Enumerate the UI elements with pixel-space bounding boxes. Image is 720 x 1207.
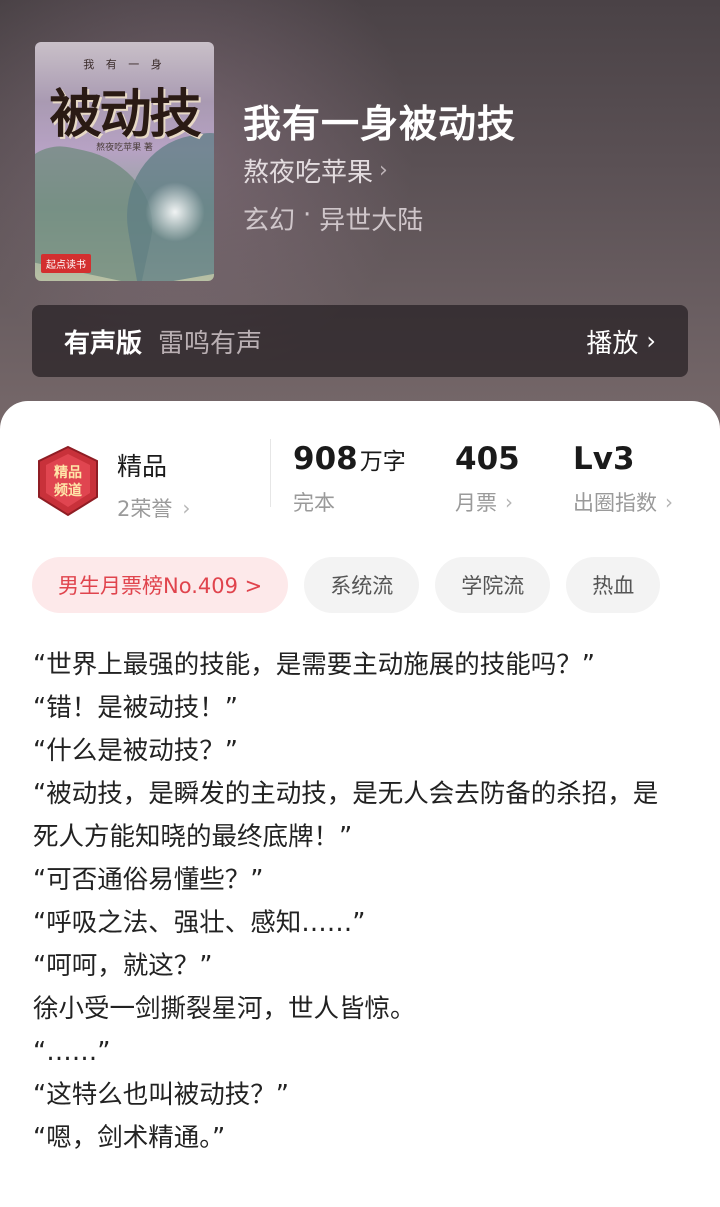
intro-line: “……” (33, 1037, 111, 1067)
honor-count-row: 2荣誉 › (117, 493, 190, 523)
stat-value-row: 908 万字 (293, 441, 406, 477)
intro-line: “什么是被动技？” (33, 736, 238, 766)
chevron-right-icon: › (182, 496, 191, 520)
stat-value: 908 (293, 441, 358, 477)
play-button[interactable]: 播放 › (586, 323, 656, 360)
intro-line: “错！是被动技！” (33, 693, 238, 723)
tag-academy[interactable]: 学院流 (435, 557, 551, 613)
stat-label: 完本 (293, 491, 335, 515)
rank-tag[interactable]: 男生月票榜No.409 > (32, 557, 289, 613)
cover-glow (145, 182, 205, 242)
chevron-right-icon: › (665, 490, 673, 514)
intro-line: “呼吸之法、强壮、感知……” (33, 908, 366, 938)
intro-line: “世界上最强的技能，是需要主动施展的技能吗？” (33, 650, 595, 680)
author-link[interactable]: 熬夜吃苹果 › (243, 152, 388, 189)
book-detail-card: 精品 频道 精品 2荣誉 › 908 万字 完本 405 月票 › Lv3 出圈… (0, 401, 720, 1207)
intro-line: “呵呵，就这？” (33, 951, 213, 981)
stat-value: 405 (455, 441, 520, 477)
badge-line1: 精品 (54, 464, 82, 481)
play-label: 播放 (586, 328, 639, 359)
intro-line: “这特么也叫被动技？” (33, 1080, 289, 1110)
stat-value-row: 405 (455, 441, 520, 477)
monthly-ticket-stat[interactable]: 405 月票 › (455, 441, 520, 517)
audio-version-bar[interactable]: 有声版 雷鸣有声 播放 › (32, 305, 688, 377)
word-count-stat: 908 万字 完本 (293, 441, 406, 517)
genre-row: 玄幻 · 异世大陆 (243, 200, 423, 237)
popularity-index-stat[interactable]: Lv3 出圈指数 › (573, 441, 673, 517)
intro-line: “嗯，剑术精通。” (33, 1123, 226, 1153)
stats-row: 精品 频道 精品 2荣誉 › 908 万字 完本 405 月票 › Lv3 出圈… (0, 437, 720, 527)
stat-unit: 万字 (359, 449, 406, 475)
cover-publisher-badge: 起点读书 (41, 254, 91, 273)
book-intro[interactable]: “世界上最强的技能，是需要主动施展的技能吗？” “错！是被动技！” “什么是被动… (33, 644, 683, 1160)
chevron-right-icon: › (646, 327, 656, 355)
chevron-right-icon: › (379, 158, 388, 183)
cover-title-text: 被动技 (49, 84, 201, 145)
badge-line2: 频道 (54, 482, 82, 499)
author-name: 熬夜吃苹果 (243, 158, 374, 188)
audio-narrator: 雷鸣有声 (158, 328, 263, 359)
tag-passion[interactable]: 热血 (566, 557, 661, 613)
genre-main: 玄幻 (243, 206, 296, 236)
stat-label: 月票 (455, 491, 497, 515)
audio-label: 有声版 (64, 328, 143, 359)
cover-top-text: 我 有 一 身 (83, 58, 166, 71)
genre-sub: 异世大陆 (319, 206, 424, 236)
stat-label-row: 月票 › (455, 487, 520, 517)
intro-line: “可否通俗易懂些？” (33, 865, 264, 895)
honor-count: 2荣誉 (117, 497, 173, 521)
intro-line: 徐小受一剑撕裂星河，世人皆惊。 (33, 994, 416, 1024)
book-title: 我有一身被动技 (243, 101, 517, 146)
cover-author-text: 熬夜吃苹果 著 (96, 143, 153, 153)
tag-system[interactable]: 系统流 (304, 557, 420, 613)
honor-info[interactable]: 精品 2荣誉 › (117, 447, 190, 523)
stat-label: 出圈指数 (573, 491, 657, 515)
honor-badge-icon[interactable]: 精品 频道 (35, 445, 101, 517)
stat-value: Lv3 (573, 441, 635, 477)
stat-label-row: 出圈指数 › (573, 487, 673, 517)
intro-line: “被动技，是瞬发的主动技，是无人会去防备的杀招，是死人方能知晓的最终底牌！” (33, 779, 659, 852)
tag-row: 男生月票榜No.409 > 系统流 学院流 热血 (32, 557, 720, 613)
book-header: 我 有 一 身 被动技 熬夜吃苹果 著 起点读书 我有一身被动技 熬夜吃苹果 ›… (0, 0, 720, 460)
stat-value-row: Lv3 (573, 441, 673, 477)
honor-title: 精品 (117, 452, 168, 481)
divider (270, 439, 271, 507)
genre-separator: · (303, 200, 312, 230)
chevron-right-icon: › (505, 490, 513, 514)
book-cover[interactable]: 我 有 一 身 被动技 熬夜吃苹果 著 起点读书 (35, 42, 214, 281)
